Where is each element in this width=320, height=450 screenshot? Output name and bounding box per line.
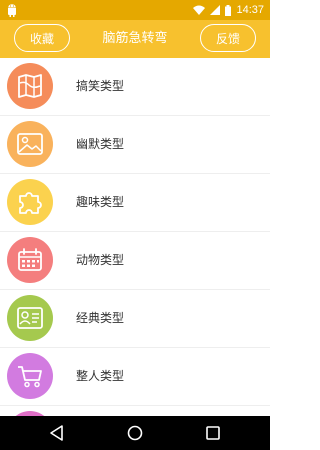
cart-icon <box>18 366 42 388</box>
navigation-bar <box>0 416 270 450</box>
battery-icon <box>225 4 232 16</box>
list-item-label: 搞笑类型 <box>76 79 125 93</box>
android-icon <box>8 4 16 17</box>
home-icon[interactable] <box>125 423 145 443</box>
list-item-label: 经典类型 <box>76 311 125 325</box>
category-icon-circle <box>7 295 53 341</box>
list-item[interactable]: 搞笑类型 <box>0 58 270 116</box>
feedback-button[interactable]: 反馈 <box>200 24 256 52</box>
list-item[interactable]: 幽默类型 <box>0 116 270 174</box>
id-card-icon <box>17 307 43 329</box>
category-icon-circle <box>7 121 53 167</box>
category-icon-circle <box>7 63 53 109</box>
list-item-label: 动物类型 <box>76 253 125 267</box>
calendar-icon <box>18 248 42 271</box>
wifi-icon <box>193 5 206 15</box>
list-item[interactable]: 趣味类型 <box>0 174 270 232</box>
status-time: 14:37 <box>236 4 264 16</box>
list-item[interactable]: 经典类型 <box>0 290 270 348</box>
list-item-label: 幽默类型 <box>76 137 125 151</box>
puzzle-icon <box>19 192 42 214</box>
status-bar: 14:37 <box>0 0 270 20</box>
list-item-label: 整人类型 <box>76 369 125 383</box>
list-item-label: 趣味类型 <box>76 195 125 209</box>
map-icon <box>18 74 42 98</box>
back-icon[interactable] <box>47 423 67 443</box>
image-icon <box>17 133 43 155</box>
category-icon-circle <box>7 179 53 225</box>
signal-icon <box>210 5 221 15</box>
list-item[interactable] <box>0 406 270 416</box>
list-item[interactable]: 动物类型 <box>0 232 270 290</box>
category-icon-circle <box>7 237 53 283</box>
category-list: 搞笑类型 幽默类型 趣味类型 动物类型 经典类型 整人类型 <box>0 58 270 416</box>
app-bar: 收藏 脑筋急转弯 反馈 <box>0 20 270 58</box>
recent-apps-icon[interactable] <box>203 423 223 443</box>
category-icon-circle <box>7 353 53 399</box>
list-item[interactable]: 整人类型 <box>0 348 270 406</box>
